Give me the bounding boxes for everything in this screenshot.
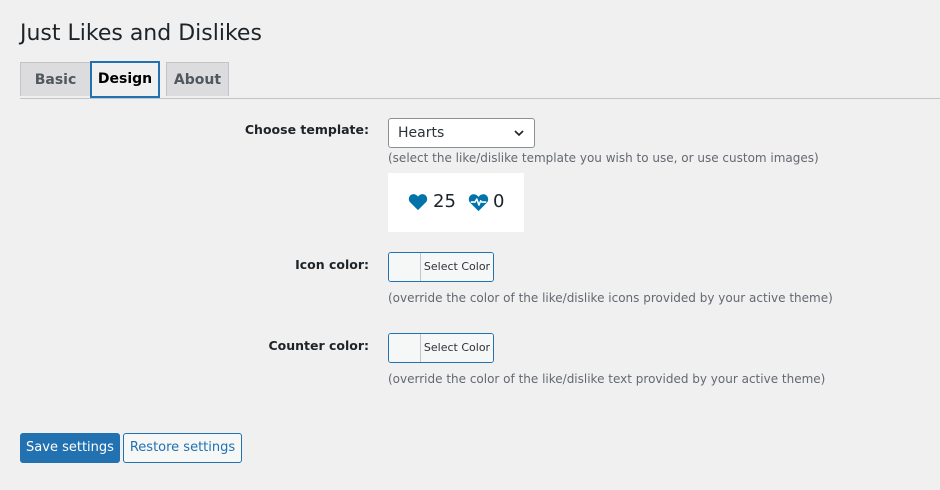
page-title: Just Likes and Dislikes <box>20 21 262 46</box>
counter-color-swatch <box>389 334 421 362</box>
tab-about[interactable]: About <box>166 62 229 96</box>
tab-basic[interactable]: Basic <box>20 62 91 96</box>
counter-color-button-label: Select Color <box>421 334 493 362</box>
icon-color-label: Icon color: <box>295 257 369 272</box>
counter-color-picker-button[interactable]: Select Color <box>388 333 494 363</box>
chevron-down-icon <box>514 130 524 137</box>
counter-color-description: (override the color of the like/dislike … <box>388 372 826 386</box>
icon-color-swatch <box>389 253 421 281</box>
dislike-count: 0 <box>493 191 505 212</box>
template-preview: 25 0 <box>388 173 524 232</box>
template-select-value: Hearts <box>398 125 445 141</box>
like-count: 25 <box>433 191 456 212</box>
tab-bar: Basic Design About <box>20 61 940 99</box>
heart-pulse-icon <box>468 194 489 212</box>
template-select[interactable]: Hearts <box>388 118 535 148</box>
icon-color-description: (override the color of the like/dislike … <box>388 291 833 305</box>
save-settings-button[interactable]: Save settings <box>20 433 120 463</box>
choose-template-label: Choose template: <box>244 122 369 137</box>
icon-color-button-label: Select Color <box>421 253 493 281</box>
tab-design[interactable]: Design <box>90 61 160 98</box>
icon-color-picker-button[interactable]: Select Color <box>388 252 494 282</box>
counter-color-label: Counter color: <box>268 338 369 353</box>
restore-settings-button[interactable]: Restore settings <box>123 433 242 463</box>
heart-icon <box>408 194 428 211</box>
template-description: (select the like/dislike template you wi… <box>388 151 819 165</box>
